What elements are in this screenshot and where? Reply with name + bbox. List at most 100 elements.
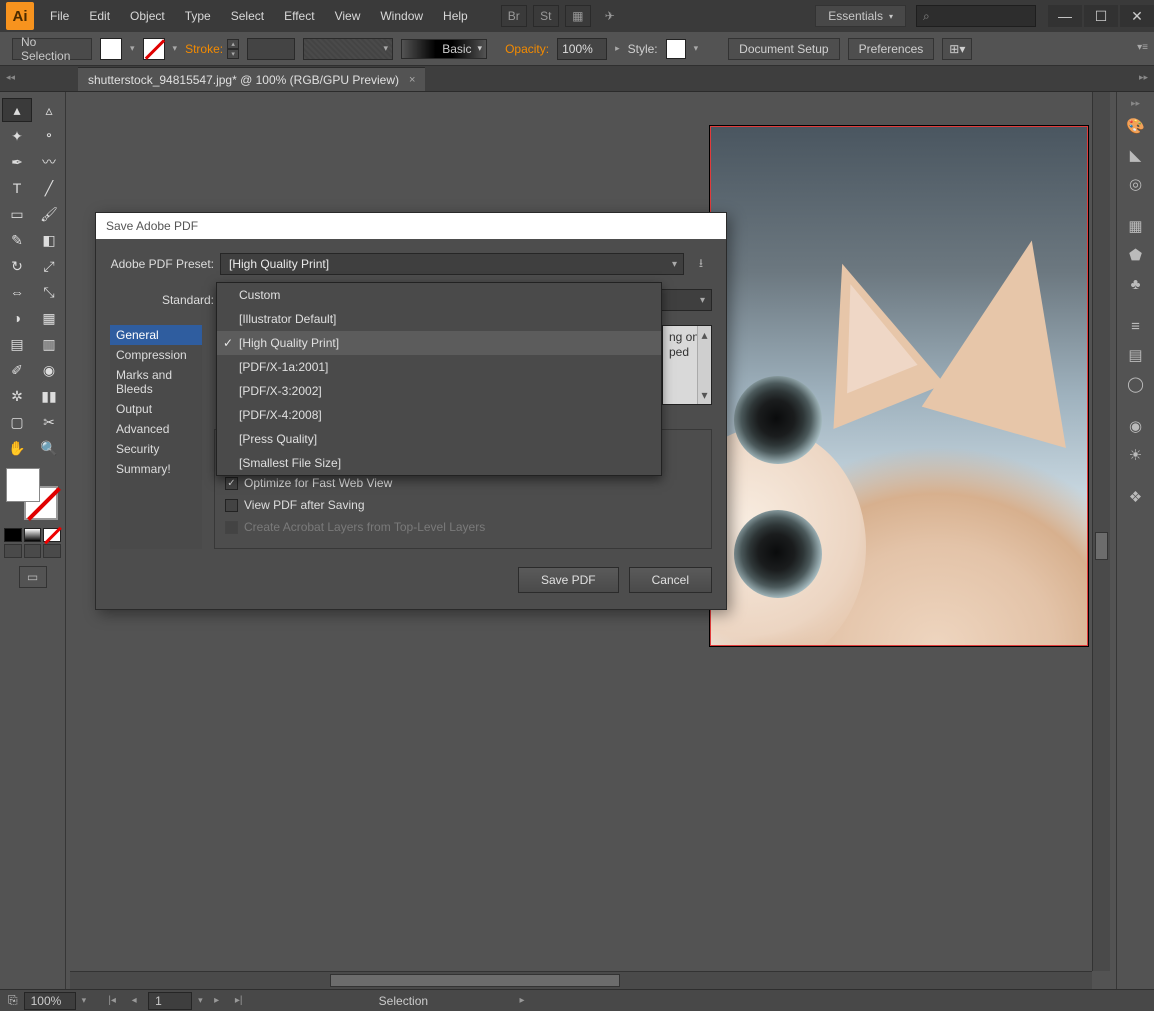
layers-panel-icon[interactable]: ❖ — [1122, 484, 1150, 510]
checkbox[interactable] — [225, 499, 238, 512]
pencil-tool[interactable]: ✎ — [2, 228, 32, 252]
category-compression[interactable]: Compression — [110, 345, 202, 365]
brushes-panel-icon[interactable]: ▦ — [1122, 213, 1150, 239]
shape-builder-tool[interactable]: ◑ — [2, 306, 32, 330]
color-mode-solid[interactable] — [4, 528, 22, 542]
graphic-styles-icon[interactable]: ☀ — [1122, 442, 1150, 468]
category-security[interactable]: Security — [110, 439, 202, 459]
magic-wand-tool[interactable]: ✦ — [2, 124, 32, 148]
transparency-panel-icon[interactable]: ▤ — [1122, 342, 1150, 368]
draw-behind[interactable] — [24, 544, 42, 558]
preset-option-press[interactable]: [Press Quality] — [217, 427, 661, 451]
eyedropper-tool[interactable]: ✐ — [2, 358, 32, 382]
sync-icon[interactable]: ✈ — [597, 5, 623, 27]
opacity-field[interactable]: 100% — [557, 38, 607, 60]
preset-option-high-quality[interactable]: ✓[High Quality Print] — [217, 331, 661, 355]
zoom-tool[interactable]: 🔍 — [34, 436, 64, 460]
controlbar-menu-icon[interactable]: ▾≡ — [1137, 42, 1148, 53]
minimize-button[interactable]: — — [1048, 5, 1082, 27]
tabstrip-left-chevron-icon[interactable]: ◂◂ — [6, 72, 15, 83]
align-to-button[interactable]: ⊞▾ — [942, 38, 972, 60]
curvature-tool[interactable]: 〰 — [34, 150, 64, 174]
scrollbar-thumb[interactable] — [330, 974, 620, 987]
horizontal-scrollbar[interactable] — [70, 971, 1092, 989]
preset-option-smallest[interactable]: [Smallest File Size] — [217, 451, 661, 475]
option-view-after-saving[interactable]: View PDF after Saving — [225, 494, 701, 516]
stock-icon[interactable]: St — [533, 5, 559, 27]
zoom-field[interactable]: 100% — [24, 992, 76, 1010]
menu-edit[interactable]: Edit — [79, 0, 120, 32]
rail-expand-icon[interactable]: ▸▸ — [1117, 98, 1154, 109]
selection-tool[interactable]: ▴ — [2, 98, 32, 122]
gradient-tool[interactable]: ▥ — [34, 332, 64, 356]
direct-selection-tool[interactable]: ▵ — [34, 98, 64, 122]
close-button[interactable]: ✕ — [1120, 5, 1154, 27]
workspace-switcher[interactable]: Essentials ▾ — [815, 5, 906, 27]
width-tool[interactable]: ⇔ — [2, 280, 32, 304]
variable-width-profile[interactable] — [303, 38, 393, 60]
draw-normal[interactable] — [4, 544, 22, 558]
last-artboard-icon[interactable]: ▸| — [231, 993, 247, 1009]
maximize-button[interactable]: ☐ — [1084, 5, 1118, 27]
preferences-button[interactable]: Preferences — [848, 38, 935, 60]
libraries-panel-icon[interactable]: ◉ — [1122, 413, 1150, 439]
hand-tool[interactable]: ✋ — [2, 436, 32, 460]
preset-option-pdfx4[interactable]: [PDF/X-4:2008] — [217, 403, 661, 427]
draw-inside[interactable] — [43, 544, 61, 558]
close-tab-icon[interactable]: × — [409, 74, 415, 86]
menu-object[interactable]: Object — [120, 0, 175, 32]
gradient-panel-icon[interactable]: ≡ — [1122, 313, 1150, 339]
perspective-grid-tool[interactable]: ▦ — [34, 306, 64, 330]
menu-help[interactable]: Help — [433, 0, 478, 32]
artboard-tool[interactable]: ▢ — [2, 410, 32, 434]
category-marks-bleeds[interactable]: Marks and Bleeds — [110, 365, 202, 399]
symbols-panel-icon[interactable]: ⬟ — [1122, 242, 1150, 268]
fill-stroke-control[interactable] — [4, 466, 60, 522]
column-graph-tool[interactable]: ▮▮ — [34, 384, 64, 408]
menu-view[interactable]: View — [325, 0, 371, 32]
preset-option-pdfx3[interactable]: [PDF/X-3:2002] — [217, 379, 661, 403]
menu-select[interactable]: Select — [221, 0, 274, 32]
appearance-panel-icon[interactable]: ◯ — [1122, 371, 1150, 397]
export-icon[interactable]: ⎘ — [8, 993, 18, 1008]
preset-option-custom[interactable]: Custom — [217, 283, 661, 307]
arrange-docs-icon[interactable]: ▦ — [565, 5, 591, 27]
type-tool[interactable]: T — [2, 176, 32, 200]
next-artboard-icon[interactable]: ▸ — [209, 993, 225, 1009]
color-guide-icon[interactable]: ◣ — [1122, 142, 1150, 168]
prev-artboard-icon[interactable]: ◂ — [126, 993, 142, 1009]
save-pdf-button[interactable]: Save PDF — [518, 567, 619, 593]
symbol-sprayer-tool[interactable]: ✲ — [2, 384, 32, 408]
menu-effect[interactable]: Effect — [274, 0, 324, 32]
graphic-style-swatch[interactable] — [666, 39, 686, 59]
category-general[interactable]: General — [110, 325, 202, 345]
tabstrip-right-chevron-icon[interactable]: ▸▸ — [1139, 72, 1148, 83]
menu-window[interactable]: Window — [370, 0, 433, 32]
blend-tool[interactable]: ◉ — [34, 358, 64, 382]
eraser-tool[interactable]: ◧ — [34, 228, 64, 252]
lasso-tool[interactable]: ॰ — [34, 124, 64, 148]
save-preset-icon[interactable]: ⭳ — [690, 253, 712, 275]
paintbrush-tool[interactable]: 🖌 — [34, 202, 64, 226]
color-panel-icon[interactable]: 🎨 — [1122, 113, 1150, 139]
cancel-button[interactable]: Cancel — [629, 567, 712, 593]
description-scrollbar[interactable]: ▴▾ — [697, 326, 711, 404]
mesh-tool[interactable]: ▤ — [2, 332, 32, 356]
stroke-weight-stepper[interactable]: ▴▾ — [227, 39, 239, 59]
artboard-number-field[interactable]: 1 — [148, 992, 192, 1010]
status-menu-icon[interactable]: ▸ — [514, 993, 530, 1009]
free-transform-tool[interactable]: ⤡ — [34, 280, 64, 304]
color-mode-gradient[interactable] — [24, 528, 42, 542]
category-output[interactable]: Output — [110, 399, 202, 419]
preset-option-pdfx1a[interactable]: [PDF/X-1a:2001] — [217, 355, 661, 379]
bridge-icon[interactable]: Br — [501, 5, 527, 27]
screen-mode-button[interactable]: ▭ — [19, 566, 47, 588]
vertical-scrollbar[interactable] — [1092, 92, 1110, 971]
stroke-swatch[interactable] — [143, 38, 165, 60]
fill-box[interactable] — [6, 468, 40, 502]
category-advanced[interactable]: Advanced — [110, 419, 202, 439]
scale-tool[interactable]: ⤢ — [34, 254, 64, 278]
scrollbar-thumb[interactable] — [1095, 532, 1108, 560]
checkbox[interactable]: ✓ — [225, 477, 238, 490]
fill-swatch[interactable] — [100, 38, 122, 60]
